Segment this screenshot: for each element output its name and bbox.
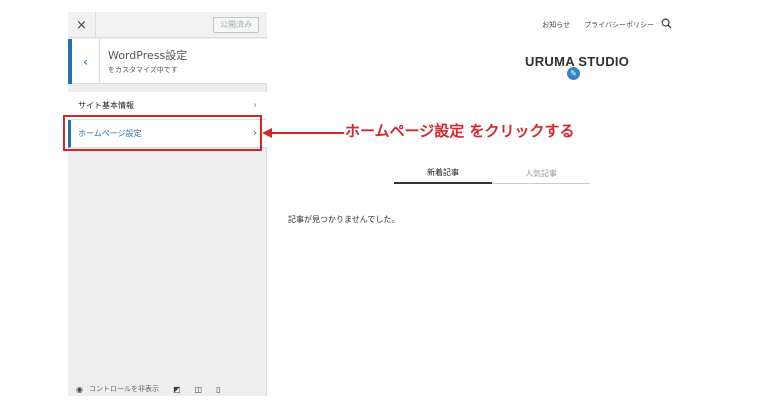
publish-button[interactable]: 公開済み	[213, 17, 259, 33]
no-posts-message: 記事が見つかりませんでした。	[288, 215, 400, 224]
hide-controls-icon[interactable]: ◉	[76, 385, 83, 394]
mobile-preview-icon[interactable]: ▯	[216, 385, 220, 394]
panel-subtitle: をカスタマイズ中です	[108, 66, 178, 74]
customizer-frame: × 公開済み ‹ WordPress設定 をカスタマイズ中です サイト基本情報 …	[68, 12, 694, 396]
tablet-preview-icon[interactable]: ◫	[195, 385, 203, 394]
close-icon[interactable]: ×	[68, 12, 96, 38]
sidebar-top-bar: × 公開済み	[68, 12, 267, 38]
tab-popular-posts[interactable]: 人気記事	[492, 162, 590, 184]
site-preview: お知らせ プライバシーポリシー URUMA STUDIO ✎ 新着記事 人気記事…	[268, 12, 694, 396]
back-button[interactable]: ‹	[68, 39, 100, 84]
panel-header: ‹ WordPress設定 をカスタマイズ中です	[68, 39, 267, 84]
chevron-left-icon: ‹	[83, 54, 88, 69]
panel-title: WordPress設定	[108, 49, 188, 62]
annotation-text: ホームページ設定 をクリックする	[345, 122, 575, 140]
desktop-preview-icon[interactable]: ◩	[173, 385, 181, 394]
pencil-icon[interactable]: ✎	[566, 66, 581, 81]
search-icon[interactable]	[661, 18, 672, 29]
top-navigation: お知らせ プライバシーポリシー	[542, 20, 670, 30]
customizer-sidebar: × 公開済み ‹ WordPress設定 をカスタマイズ中です サイト基本情報 …	[68, 12, 267, 396]
arrow-left-icon	[262, 128, 344, 138]
highlight-box	[63, 115, 262, 151]
post-tabs: 新着記事 人気記事	[394, 162, 590, 184]
hide-controls-label[interactable]: コントロールを非表示	[89, 384, 159, 394]
chevron-right-icon: ›	[253, 100, 257, 111]
tab-latest-posts[interactable]: 新着記事	[394, 162, 492, 184]
sidebar-item-label: サイト基本情報	[78, 101, 134, 110]
nav-link-news[interactable]: お知らせ	[542, 20, 570, 30]
sidebar-footer: ◉ コントロールを非表示 ◩ ◫ ▯	[68, 382, 267, 396]
nav-link-privacy[interactable]: プライバシーポリシー	[584, 20, 654, 30]
